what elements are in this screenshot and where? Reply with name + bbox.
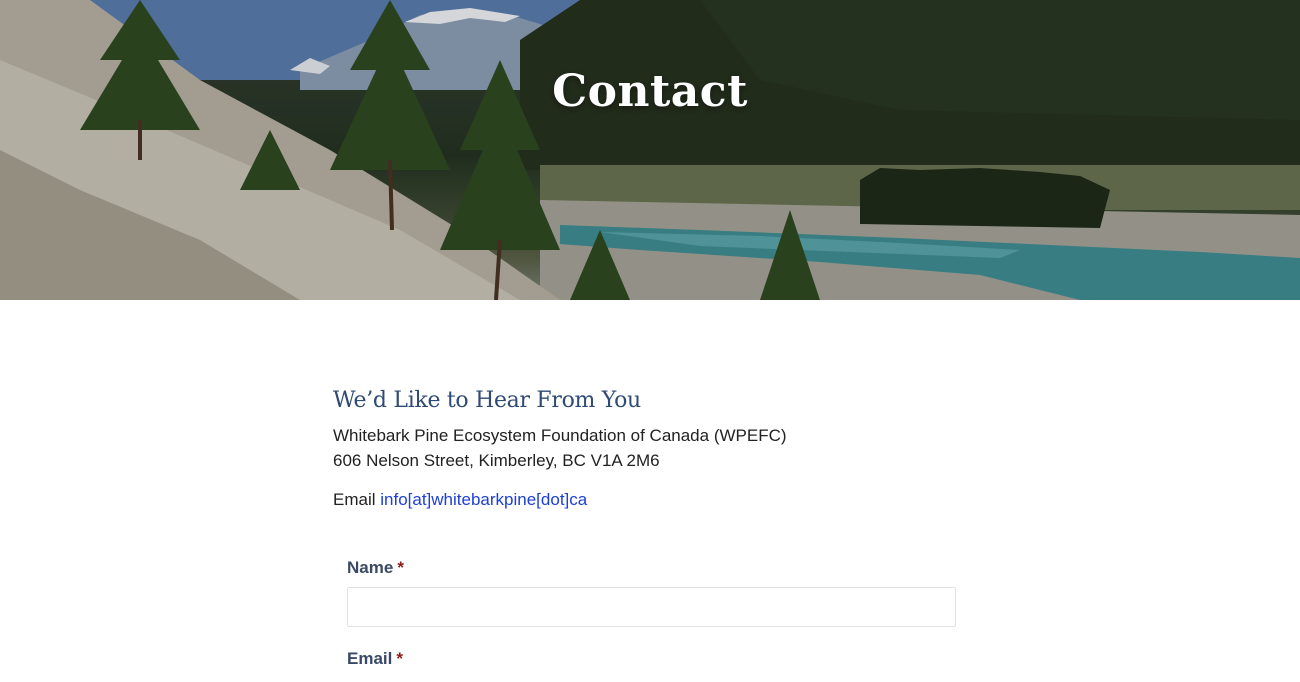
section-heading: We’d Like to Hear From You xyxy=(333,388,641,413)
required-marker: * xyxy=(397,558,404,577)
name-label: Name * xyxy=(347,558,956,578)
org-name: Whitebark Pine Ecosystem Foundation of C… xyxy=(333,426,787,445)
name-label-text: Name xyxy=(347,558,394,577)
hero-banner: Contact xyxy=(0,0,1300,300)
contact-form: Name * Email * xyxy=(347,558,956,669)
required-marker: * xyxy=(396,649,403,668)
name-input[interactable] xyxy=(347,587,956,627)
org-address: Whitebark Pine Ecosystem Foundation of C… xyxy=(333,423,973,473)
contact-info-section: We’d Like to Hear From You Whitebark Pin… xyxy=(333,388,973,510)
email-field-label: Email * xyxy=(347,649,956,669)
email-line: Email info[at]whitebarkpine[dot]ca xyxy=(333,490,973,510)
email-label: Email xyxy=(333,490,376,509)
email-field-label-text: Email xyxy=(347,649,393,668)
page-title: Contact xyxy=(552,66,748,117)
landscape-image xyxy=(0,0,1300,300)
street-address: 606 Nelson Street, Kimberley, BC V1A 2M6 xyxy=(333,451,660,470)
email-link[interactable]: info[at]whitebarkpine[dot]ca xyxy=(380,490,587,509)
